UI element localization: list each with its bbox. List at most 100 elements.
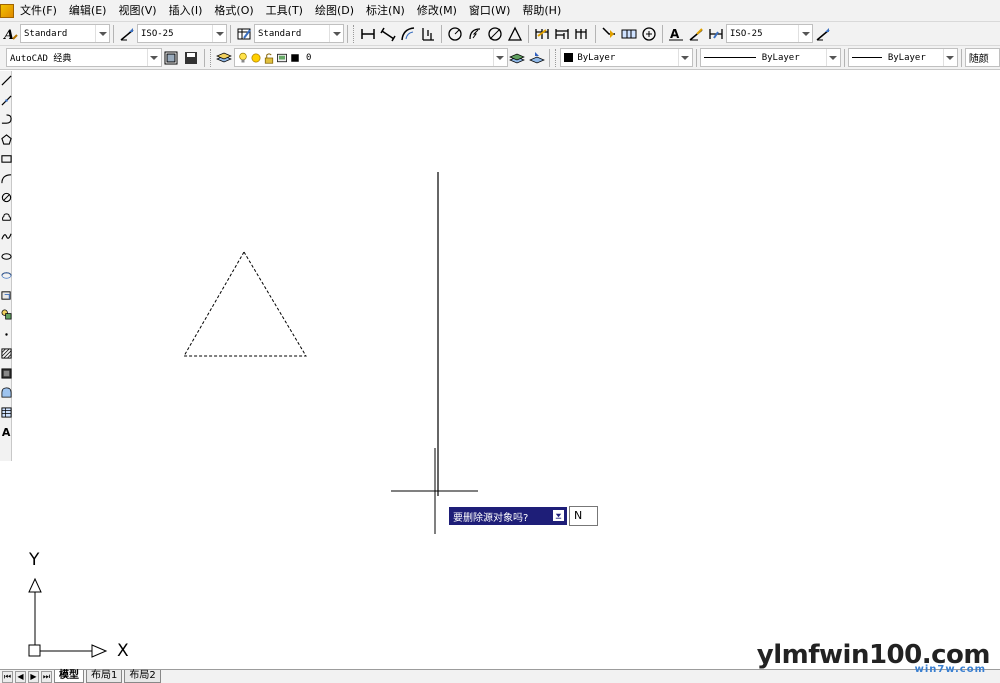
text-style-select[interactable]: Standard <box>20 24 110 43</box>
chevron-down-icon[interactable] <box>798 25 812 42</box>
construction-line-icon[interactable] <box>0 91 12 111</box>
polyline-icon[interactable] <box>0 110 12 130</box>
ucs-origin-box <box>28 644 41 657</box>
ordinate-dimension-icon[interactable] <box>418 24 438 44</box>
aligned-dimension-icon[interactable] <box>378 24 398 44</box>
linetype-control-select[interactable]: ByLayer <box>699 48 841 67</box>
ellipse-icon[interactable] <box>0 247 12 267</box>
first-tab-icon[interactable]: ⏮ <box>2 670 13 683</box>
workspace-select[interactable]: AutoCAD 经典 <box>6 48 162 67</box>
multiline-text-icon[interactable]: A <box>0 422 12 442</box>
chevron-down-icon[interactable] <box>677 49 692 66</box>
menu-edit[interactable]: 编辑(E) <box>63 0 113 21</box>
dimension-text-edit-icon[interactable] <box>686 24 706 44</box>
ellipse-arc-icon[interactable] <box>0 266 12 286</box>
rectangle-icon[interactable] <box>0 149 12 169</box>
menu-insert[interactable]: 插入(I) <box>163 0 209 21</box>
sun-icon <box>251 53 261 62</box>
plot-style-control-select[interactable]: 随颜 <box>964 48 1000 67</box>
continue-dimension-icon[interactable] <box>572 24 592 44</box>
separator <box>528 24 529 43</box>
table-style-select[interactable]: Standard <box>254 24 344 43</box>
tab-layout1[interactable]: 布局1 <box>86 670 123 683</box>
drawing-area[interactable] <box>13 71 1000 669</box>
line-icon[interactable] <box>0 71 12 91</box>
separator <box>230 24 231 43</box>
menu-help[interactable]: 帮助(H) <box>516 0 567 21</box>
arc-icon[interactable] <box>0 169 12 189</box>
dropdown-arrow-icon[interactable] <box>553 510 564 521</box>
triangle-selected[interactable] <box>183 251 307 357</box>
menu-draw[interactable]: 绘图(D) <box>309 0 360 21</box>
chevron-down-icon[interactable] <box>95 25 109 42</box>
svg-text:A: A <box>1 426 10 437</box>
dimension-update-icon[interactable] <box>706 24 726 44</box>
quick-dimension-icon[interactable] <box>532 24 552 44</box>
insert-block-icon[interactable] <box>0 286 12 306</box>
make-block-icon[interactable] <box>0 305 12 325</box>
diameter-dimension-icon[interactable] <box>485 24 505 44</box>
radius-dimension-icon[interactable] <box>445 24 465 44</box>
next-tab-icon[interactable]: ▶ <box>28 670 39 683</box>
menu-file[interactable]: 文件(F) <box>18 0 63 21</box>
angular-dimension-icon[interactable] <box>505 24 525 44</box>
save-workspace-icon[interactable] <box>181 48 200 68</box>
dimension-style-control-select[interactable]: ISO-25 <box>726 24 813 43</box>
layer-select-dropdown[interactable] <box>314 48 508 67</box>
tolerance-icon[interactable] <box>619 24 639 44</box>
toolbar-grip[interactable] <box>353 24 356 43</box>
gradient-icon[interactable] <box>0 364 12 384</box>
color-control-select[interactable]: ByLayer <box>560 48 693 67</box>
prompt-input-field[interactable]: N <box>569 506 598 526</box>
lineweight-control-select[interactable]: ByLayer <box>847 48 958 67</box>
make-object-layer-current-icon[interactable] <box>508 48 527 68</box>
text-style-icon[interactable]: A <box>0 24 20 44</box>
table-icon[interactable] <box>0 403 12 423</box>
tab-layout2[interactable]: 布局2 <box>124 670 161 683</box>
separator <box>843 48 845 67</box>
layer-manager-icon[interactable] <box>215 48 234 68</box>
chevron-down-icon[interactable] <box>942 49 957 66</box>
arc-length-icon[interactable] <box>398 24 418 44</box>
region-icon[interactable] <box>0 383 12 403</box>
dimension-style-manager-icon[interactable] <box>813 24 833 44</box>
toolbar-grip[interactable] <box>555 48 558 67</box>
menu-tools[interactable]: 工具(T) <box>260 0 309 21</box>
jogged-dimension-icon[interactable] <box>465 24 485 44</box>
menu-view[interactable]: 视图(V) <box>112 0 162 21</box>
revision-cloud-icon[interactable] <box>0 208 12 228</box>
chevron-down-icon[interactable] <box>329 25 343 42</box>
model-space[interactable] <box>13 71 1000 669</box>
previous-tab-icon[interactable]: ◀ <box>15 670 26 683</box>
menu-dimension[interactable]: 标注(N) <box>360 0 411 21</box>
polygon-icon[interactable] <box>0 130 12 150</box>
toolbar-grip[interactable] <box>209 48 213 67</box>
chevron-down-icon[interactable] <box>825 49 840 66</box>
chevron-down-icon[interactable] <box>492 49 507 66</box>
baseline-dimension-icon[interactable] <box>552 24 572 44</box>
watermark-sub-logo: win7w.com <box>914 664 986 675</box>
circle-icon[interactable] <box>0 188 12 208</box>
menu-modify[interactable]: 修改(M) <box>411 0 463 21</box>
layer-previous-icon[interactable] <box>527 48 546 68</box>
menu-format[interactable]: 格式(O) <box>208 0 259 21</box>
tab-model[interactable]: 模型 <box>54 670 84 683</box>
linear-dimension-icon[interactable] <box>358 24 378 44</box>
center-mark-icon[interactable] <box>639 24 659 44</box>
workspace-settings-icon[interactable] <box>162 48 181 68</box>
plot-icon <box>277 53 287 62</box>
layer-state-icons[interactable]: 0 <box>234 48 316 67</box>
dimension-edit-icon[interactable]: A <box>666 24 686 44</box>
point-icon[interactable] <box>0 325 12 345</box>
dimension-style-select[interactable]: ISO-25 <box>137 24 227 43</box>
last-tab-icon[interactable]: ⏭ <box>41 670 52 683</box>
chevron-down-icon[interactable] <box>146 49 161 66</box>
menu-window[interactable]: 窗口(W) <box>463 0 516 21</box>
hatch-icon[interactable] <box>0 344 12 364</box>
dimension-style-icon[interactable] <box>117 24 137 44</box>
table-style-icon[interactable] <box>234 24 254 44</box>
quick-leader-icon[interactable] <box>599 24 619 44</box>
spline-icon[interactable] <box>0 227 12 247</box>
chevron-down-icon[interactable] <box>212 25 226 42</box>
autocad-app-icon[interactable] <box>0 3 14 18</box>
